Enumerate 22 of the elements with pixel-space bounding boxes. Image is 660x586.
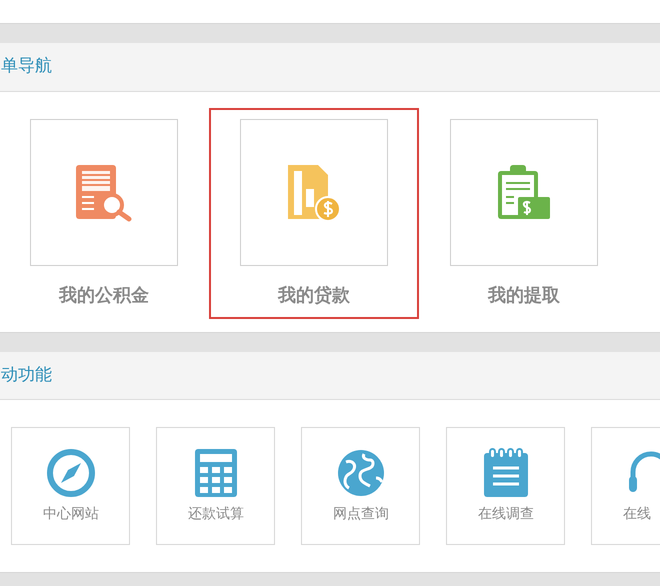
tile-label[interactable]: 还款试算 xyxy=(188,504,244,525)
menu-tile[interactable] xyxy=(450,119,598,266)
compass-icon xyxy=(46,448,96,498)
document-search-icon xyxy=(74,162,134,222)
tile-label[interactable]: 我的贷款 xyxy=(278,282,350,309)
menu-tile[interactable] xyxy=(240,119,388,266)
tile-label[interactable]: 我的公积金 xyxy=(59,282,149,309)
tile-label[interactable]: 在线调查 xyxy=(478,504,534,525)
section-title: 单导航 xyxy=(1,55,52,78)
function-tile[interactable]: 在线 xyxy=(591,427,660,545)
function-tile[interactable]: 在线调查 xyxy=(446,427,565,545)
function-tile[interactable]: 中心网站 xyxy=(11,427,130,545)
function-tile[interactable]: 还款试算 xyxy=(156,427,275,545)
function-tile[interactable]: 网点查询 xyxy=(301,427,420,545)
section-title: 动功能 xyxy=(1,364,52,387)
calculator-icon xyxy=(194,448,238,498)
tile-label[interactable]: 在线 xyxy=(623,504,651,525)
globe-icon xyxy=(336,448,386,498)
tile-label[interactable]: 网点查询 xyxy=(333,504,389,525)
tile-label[interactable]: 中心网站 xyxy=(43,504,99,525)
menu-tile[interactable] xyxy=(30,119,178,266)
tile-label[interactable]: 我的提取 xyxy=(488,282,560,309)
